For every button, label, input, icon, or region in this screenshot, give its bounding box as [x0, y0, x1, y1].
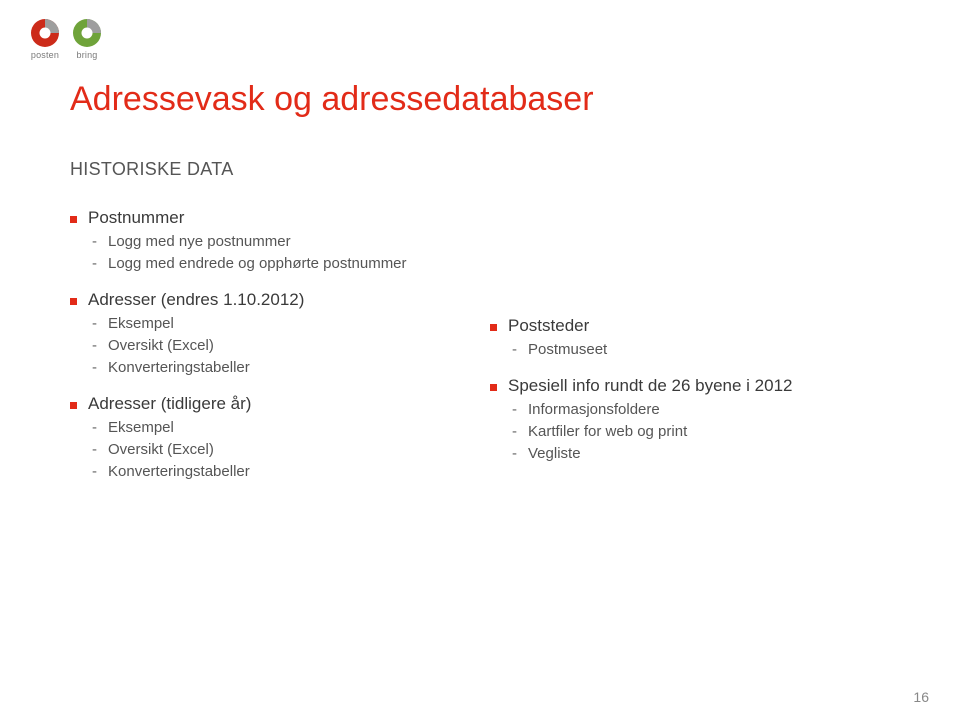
content-columns: Postnummer Logg med nye postnummer Logg … — [70, 208, 889, 486]
sub-list-item: Postmuseet — [512, 341, 889, 358]
logo-bar: posten bring — [30, 18, 889, 60]
sub-list-item: Oversikt (Excel) — [92, 337, 460, 354]
sub-list-item: Konverteringstabeller — [92, 359, 460, 376]
sub-list-item: Eksempel — [92, 315, 460, 332]
list-item: Spesiell info rundt de 26 byene i 2012 I… — [490, 376, 889, 462]
list-item: Adresser (tidligere år) Eksempel Oversik… — [70, 394, 460, 480]
list-item-label: Poststeder — [508, 316, 589, 335]
bring-circle-icon — [72, 18, 102, 48]
page-number: 16 — [913, 689, 929, 705]
bring-wordmark: bring — [76, 50, 97, 60]
sub-list-item: Logg med endrede og opphørte postnummer — [92, 255, 460, 272]
posten-logo: posten — [30, 18, 60, 60]
sub-list-item: Informasjonsfoldere — [512, 401, 889, 418]
sub-list-item: Vegliste — [512, 445, 889, 462]
list-item-label: Postnummer — [88, 208, 184, 227]
left-column: Postnummer Logg med nye postnummer Logg … — [70, 208, 460, 486]
list-item: Poststeder Postmuseet — [490, 316, 889, 358]
list-item-label: Adresser (tidligere år) — [88, 394, 251, 413]
sub-list-item: Konverteringstabeller — [92, 463, 460, 480]
sub-list-item: Oversikt (Excel) — [92, 441, 460, 458]
slide-page: posten bring Adressevask og adressedatab… — [0, 0, 959, 725]
list-item-label: Adresser (endres 1.10.2012) — [88, 290, 304, 309]
sub-list-item: Logg med nye postnummer — [92, 233, 460, 250]
list-item: Postnummer Logg med nye postnummer Logg … — [70, 208, 460, 272]
list-item: Adresser (endres 1.10.2012) Eksempel Ove… — [70, 290, 460, 376]
bring-logo: bring — [72, 18, 102, 60]
section-heading: HISTORISKE DATA — [70, 159, 889, 180]
page-title: Adressevask og adressedatabaser — [70, 80, 889, 119]
sub-list-item: Kartfiler for web og print — [512, 423, 889, 440]
list-item-label: Spesiell info rundt de 26 byene i 2012 — [508, 376, 792, 395]
posten-circle-icon — [30, 18, 60, 48]
sub-list-item: Eksempel — [92, 419, 460, 436]
posten-wordmark: posten — [31, 50, 59, 60]
right-column: Poststeder Postmuseet Spesiell info rund… — [490, 208, 889, 486]
